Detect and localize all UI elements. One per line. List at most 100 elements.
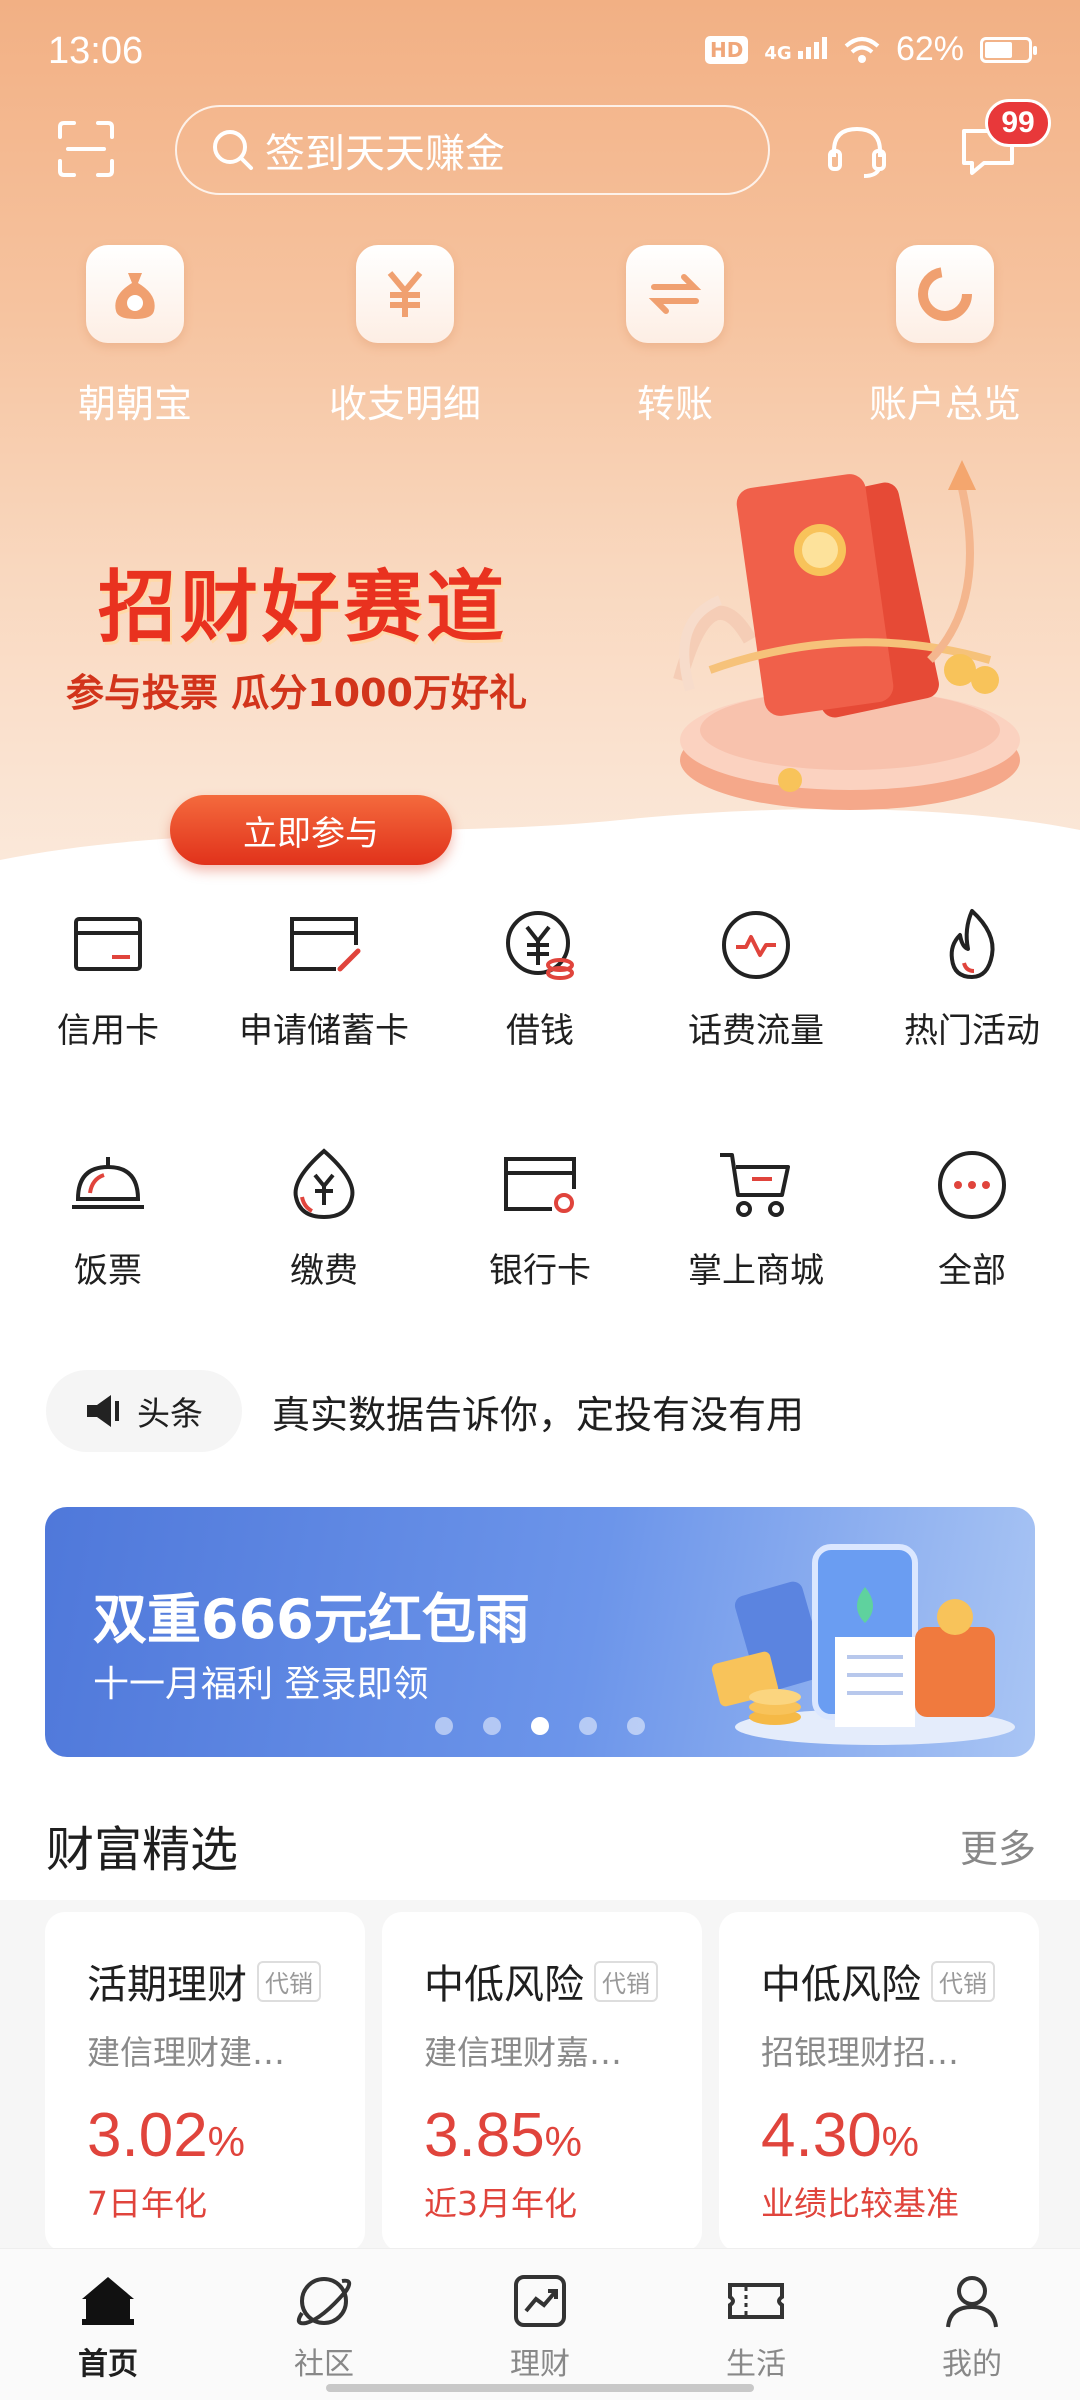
- scan-icon[interactable]: [56, 119, 116, 179]
- banner-dot[interactable]: [435, 1717, 453, 1735]
- tab-wealth[interactable]: 理财: [432, 2249, 648, 2400]
- bank-card-icon: [504, 1157, 576, 1213]
- banner-dot[interactable]: [627, 1717, 645, 1735]
- tab-life[interactable]: 生活: [648, 2249, 864, 2400]
- service-label: 银行卡: [489, 1251, 591, 1291]
- service-label: 借钱: [506, 1011, 574, 1051]
- search-input[interactable]: 签到天天赚金: [175, 105, 770, 195]
- fund-rate-value: 4.30: [761, 2101, 882, 2170]
- fund-card[interactable]: 中低风险 代销 建信理财嘉… 3.85% 近3月年化: [382, 1912, 702, 2252]
- quick-action-overview[interactable]: 账户总览: [810, 245, 1080, 435]
- fund-rate-value: 3.02: [87, 2101, 208, 2170]
- wealth-section-header: 财富精选 更多: [46, 1810, 1036, 1880]
- fund-title: 中低风险: [761, 1962, 921, 2008]
- promo-banner[interactable]: 双重666元红包雨 十一月福利 登录即领: [45, 1507, 1035, 1757]
- apply-card-icon: [290, 917, 361, 972]
- hd-icon: HD: [705, 35, 749, 64]
- status-time: 13:06: [48, 30, 144, 72]
- service-payment[interactable]: 缴费: [216, 1145, 432, 1315]
- fund-name: 建信理财建…: [87, 2033, 285, 2072]
- fund-card[interactable]: 活期理财 代销 建信理财建… 3.02% 7日年化: [45, 1912, 365, 2252]
- quick-action-chaochaobao[interactable]: 朝朝宝: [0, 245, 270, 435]
- tab-community[interactable]: 社区: [216, 2249, 432, 2400]
- banner-title: 双重666元红包雨: [93, 1588, 530, 1651]
- banner-dot-active[interactable]: [531, 1717, 549, 1735]
- red-envelope-illustration: [673, 460, 1020, 810]
- promo-subtitle: 参与投票 瓜分1000万好礼: [66, 671, 527, 715]
- service-meal[interactable]: 饭票: [0, 1145, 216, 1315]
- banner-subtitle: 十一月福利 登录即领: [93, 1664, 429, 1705]
- banner-dot[interactable]: [483, 1717, 501, 1735]
- news-headline[interactable]: 头条 真实数据告诉你，定投有没有用: [46, 1370, 1046, 1452]
- fund-rate-label: 7日年化: [87, 2184, 207, 2223]
- service-all[interactable]: 全部: [864, 1145, 1080, 1315]
- home-icon: [82, 2277, 134, 2325]
- pie-chart-icon: [918, 267, 972, 321]
- tab-label: 生活: [726, 2347, 786, 2382]
- search-placeholder: 签到天天赚金: [265, 131, 505, 177]
- fund-rate-label: 近3月年化: [424, 2184, 577, 2223]
- service-label: 信用卡: [57, 1011, 159, 1051]
- cart-icon: [720, 1153, 790, 1217]
- fund-tag: 代销: [931, 1960, 995, 2002]
- tab-label: 首页: [78, 2347, 138, 2382]
- service-label: 申请储蓄卡: [239, 1011, 409, 1051]
- battery-fill: [985, 41, 1012, 58]
- fund-rate-unit: %: [881, 2118, 920, 2165]
- tab-label: 我的: [942, 2347, 1002, 2382]
- tab-profile[interactable]: 我的: [864, 2249, 1080, 2400]
- service-apply-card[interactable]: 申请储蓄卡: [216, 905, 432, 1075]
- planet-icon: [296, 2277, 352, 2326]
- promo-join-button[interactable]: 立即参与: [170, 795, 452, 865]
- service-label: 话费流量: [688, 1011, 824, 1051]
- services-row-2: 饭票 缴费 银行卡 掌上商城 全部: [0, 1145, 1080, 1315]
- service-loan[interactable]: 借钱: [432, 905, 648, 1075]
- fund-rate: 4.30%: [761, 2100, 1039, 2171]
- services-row-1: 信用卡 申请储蓄卡 借钱 话费流量 热门活动: [0, 905, 1080, 1075]
- banner-dot[interactable]: [579, 1717, 597, 1735]
- headset-icon[interactable]: [826, 123, 888, 179]
- flame-icon: [949, 909, 995, 979]
- quick-action-statement[interactable]: 收支明细: [270, 245, 540, 435]
- fund-rate: 3.85%: [424, 2100, 702, 2171]
- payment-icon: [293, 1148, 355, 1220]
- service-label: 饭票: [74, 1251, 142, 1291]
- quick-action-label: 转账: [636, 382, 713, 426]
- fund-title: 中低风险: [424, 1962, 584, 2008]
- message-badge: 99: [985, 99, 1051, 147]
- service-bank-card[interactable]: 银行卡: [432, 1145, 648, 1315]
- battery-percent: 62%: [895, 30, 964, 68]
- fund-rate-value: 3.85: [424, 2101, 545, 2170]
- meal-icon: [72, 1157, 144, 1209]
- service-credit-card[interactable]: 信用卡: [0, 905, 216, 1075]
- more-link[interactable]: 更多: [960, 1818, 1036, 1873]
- wealth-cards: 活期理财 代销 建信理财建… 3.02% 7日年化 中低风险 代销 建信理财嘉……: [0, 1900, 1080, 2252]
- promo-title: 招财好赛道: [98, 563, 509, 653]
- tab-label: 社区: [294, 2347, 354, 2382]
- signal-icon: 4G: [764, 36, 828, 64]
- search-icon: [213, 130, 253, 170]
- speaker-icon: [87, 1395, 119, 1427]
- home-indicator[interactable]: [326, 2384, 754, 2392]
- fund-card[interactable]: 中低风险 代销 招银理财招… 4.30% 业绩比较基准: [719, 1912, 1039, 2252]
- wifi-icon: [844, 36, 880, 63]
- phone-bill-icon: [722, 911, 790, 979]
- service-mall[interactable]: 掌上商城: [648, 1145, 864, 1315]
- headline-text: 真实数据告诉你，定投有没有用: [272, 1392, 805, 1437]
- chart-icon: [514, 2275, 566, 2327]
- fund-tag: 代销: [594, 1960, 658, 2002]
- quick-actions: 朝朝宝 收支明细 转账 账户总览: [0, 245, 1080, 435]
- quick-action-transfer[interactable]: 转账: [540, 245, 810, 435]
- ticket-icon: [728, 2283, 784, 2319]
- loan-icon: [506, 911, 574, 980]
- quick-action-label: 朝朝宝: [77, 382, 192, 426]
- profile-icon: [946, 2276, 998, 2328]
- service-hot-events[interactable]: 热门活动: [864, 905, 1080, 1075]
- fund-title: 活期理财: [87, 1962, 247, 2008]
- money-bag-icon: [115, 273, 155, 319]
- network-type: 4G: [764, 42, 792, 64]
- bottom-tab-bar: 首页 社区 理财 生活 我的: [0, 2248, 1080, 2400]
- tab-home[interactable]: 首页: [0, 2249, 216, 2400]
- status-bar: 13:06 HD 4G 62%: [0, 0, 1080, 100]
- service-phone-bill[interactable]: 话费流量: [648, 905, 864, 1075]
